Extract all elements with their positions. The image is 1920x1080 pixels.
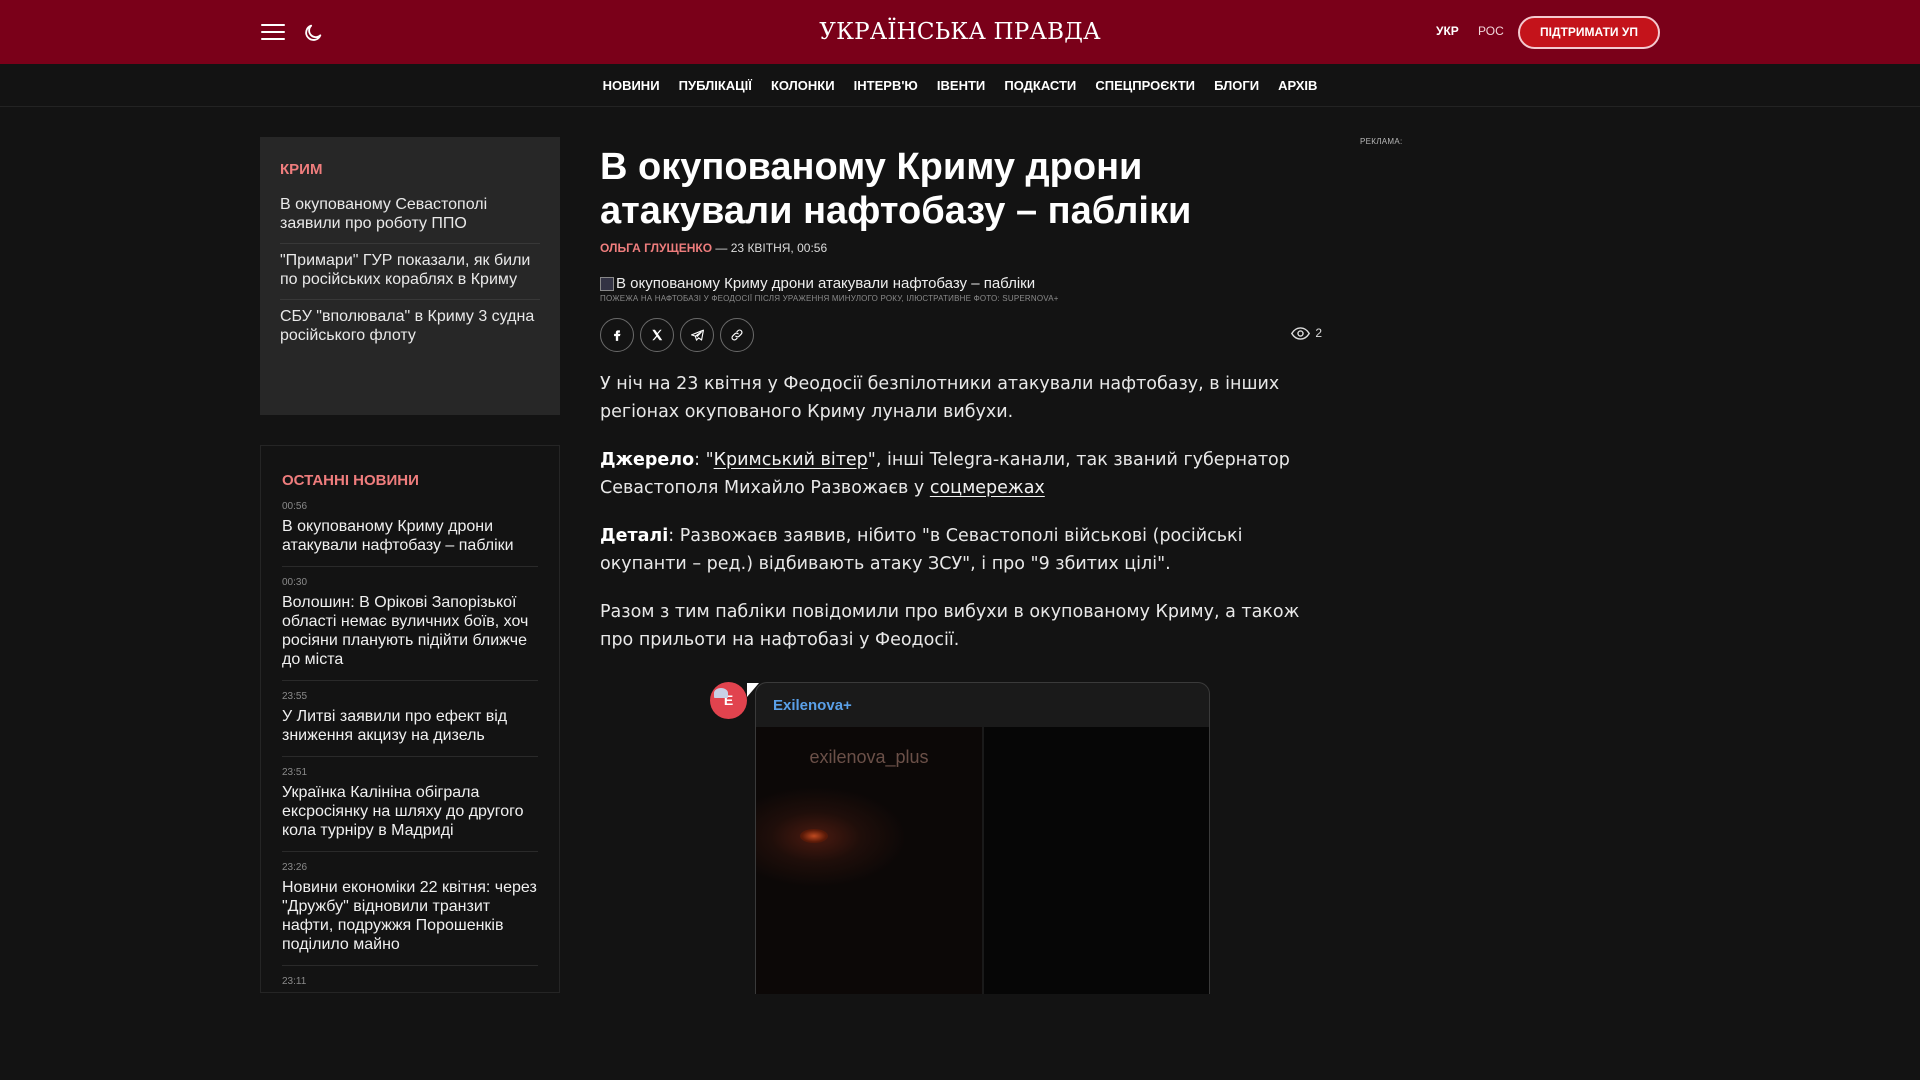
support-button[interactable]: ПІДТРИМАТИ УП: [1518, 16, 1660, 49]
nav-columns[interactable]: КОЛОНКИ: [771, 64, 835, 108]
x-share-button[interactable]: [640, 318, 674, 352]
article-title: В окупованому Криму дрони атакували нафт…: [600, 146, 1192, 232]
telegram-icon: [690, 329, 704, 341]
dark-mode-icon[interactable]: [302, 22, 324, 44]
link-icon: [731, 329, 743, 341]
news-time: 23:55: [282, 691, 308, 702]
copy-link-button[interactable]: [720, 318, 754, 352]
article-source-paragraph: Джерело: "Кримський вітер", інші Telegra…: [600, 446, 1322, 502]
broken-image-icon: [600, 276, 614, 291]
image-caption: ПОЖЕЖА НА НАФТОБАЗІ У ФЕОДОСІЇ ПІСЛЯ УРА…: [600, 294, 1059, 303]
nav-events[interactable]: ІВЕНТИ: [937, 64, 985, 108]
nav-news[interactable]: НОВИНИ: [603, 64, 660, 108]
crimea-title[interactable]: КРИМ: [280, 161, 540, 178]
news-title[interactable]: Новини економіки 22 квітня: через "Дружб…: [282, 878, 538, 954]
news-row[interactable]: 00:30 Волошин: В Орікові Запорізької обл…: [282, 577, 538, 681]
photo-watermark: exilenova_plus: [809, 747, 929, 767]
details-label: Деталі: [600, 526, 669, 546]
details-text: : Развожаєв заявив, нібито "в Севастопол…: [600, 526, 1243, 574]
source-link-crimean-wind[interactable]: Кримський вітер: [714, 450, 868, 470]
crimea-item[interactable]: СБУ "вполювала" в Криму 3 судна російськ…: [280, 300, 540, 355]
telegram-embed: Exilenova+ exilenova_plus: [755, 682, 1210, 994]
main-nav: НОВИНИ ПУБЛІКАЦІЇ КОЛОНКИ ІНТЕРВ'Ю ІВЕНТ…: [0, 64, 1920, 107]
news-title[interactable]: Українка Калініна обіграла ексросіянку н…: [282, 783, 538, 840]
crimea-block: КРИМ В окупованому Севастополі заявили п…: [260, 137, 560, 415]
news-time: 00:56: [282, 501, 308, 512]
article-paragraph: Разом з тим пабліки повідомили про вибух…: [600, 602, 1300, 650]
crimea-item[interactable]: "Примари" ГУР показали, як били по росій…: [280, 244, 540, 300]
ads-label: РЕКЛАМА:: [1360, 137, 1403, 146]
channel-name[interactable]: Exilenova+: [773, 697, 852, 714]
source-link-social[interactable]: соцмережах: [930, 478, 1045, 498]
news-title[interactable]: Волошин: В Орікові Запорізької області н…: [282, 593, 538, 669]
article-image: В окупованому Криму дрони атакували нафт…: [600, 275, 1322, 292]
news-row[interactable]: 23:51 Українка Калініна обіграла ексросі…: [282, 767, 538, 852]
eye-icon: [1291, 326, 1311, 340]
channel-avatar[interactable]: E: [710, 682, 747, 719]
article: В окупованому Криму дрони атакували нафт…: [600, 145, 1322, 654]
article-details-paragraph: Деталі: Развожаєв заявив, нібито "в Сева…: [600, 522, 1322, 578]
news-time: 23:51: [282, 767, 308, 778]
nav-podcasts[interactable]: ПОДКАСТИ: [1004, 64, 1076, 108]
author-link[interactable]: ОЛЬГА ГЛУЩЕНКО: [600, 241, 712, 255]
news-row[interactable]: 23:26 Новини економіки 22 квітня: через …: [282, 862, 538, 966]
fire-glow: [800, 829, 828, 843]
views-counter: 2: [1291, 326, 1322, 340]
facebook-share-button[interactable]: [600, 318, 634, 352]
nav-blogs[interactable]: БЛОГИ: [1214, 64, 1259, 108]
nav-specprojects[interactable]: СПЕЦПРОЄКТИ: [1095, 64, 1195, 108]
article-lead: У ніч на 23 квітня у Феодосії безпілотни…: [600, 374, 1280, 422]
embed-photo-dark[interactable]: [984, 727, 1209, 994]
news-time: 00:30: [282, 577, 308, 588]
lang-ros-link[interactable]: РОС: [1478, 24, 1504, 38]
latest-news-block: ОСТАННІ НОВИНИ 00:56 В окупованому Криму…: [260, 445, 560, 993]
nav-publications[interactable]: ПУБЛІКАЦІЇ: [679, 64, 752, 108]
nav-interview[interactable]: ІНТЕРВ'Ю: [854, 64, 918, 108]
byline: ОЛЬГА ГЛУЩЕНКО — 23 КВІТНЯ, 00:56: [600, 241, 1322, 255]
crimea-item[interactable]: В окупованому Севастополі заявили про ро…: [280, 188, 540, 244]
source-text: : ": [694, 450, 714, 470]
top-bar: УКРАЇНСЬКА ПРАВДА УКР РОС ПІДТРИМАТИ УП: [0, 0, 1920, 64]
facebook-icon: [614, 330, 621, 341]
news-time: 23:11: [282, 976, 307, 987]
news-row[interactable]: 23:11: [282, 976, 538, 992]
nav-archive[interactable]: АРХІВ: [1278, 64, 1317, 108]
telegram-share-button[interactable]: [680, 318, 714, 352]
image-alt-text: В окупованому Криму дрони атакували нафт…: [616, 275, 1036, 292]
latest-news-title[interactable]: ОСТАННІ НОВИНИ: [282, 472, 538, 489]
lang-ukr-link[interactable]: УКР: [1436, 24, 1459, 38]
views-count: 2: [1315, 326, 1322, 340]
share-bar: 2: [600, 318, 1322, 352]
news-row[interactable]: 23:55 У Литві заявили про ефект від зниж…: [282, 691, 538, 757]
news-time: 23:26: [282, 862, 308, 873]
news-title[interactable]: У Литві заявили про ефект від зниження а…: [282, 707, 538, 745]
source-label: Джерело: [600, 450, 695, 470]
x-icon: [652, 329, 663, 341]
news-row[interactable]: 00:56 В окупованому Криму дрони атакувал…: [282, 501, 538, 567]
publish-date: — 23 КВІТНЯ, 00:56: [715, 241, 828, 255]
menu-icon[interactable]: [261, 24, 285, 41]
news-title[interactable]: В окупованому Криму дрони атакували нафт…: [282, 517, 538, 555]
